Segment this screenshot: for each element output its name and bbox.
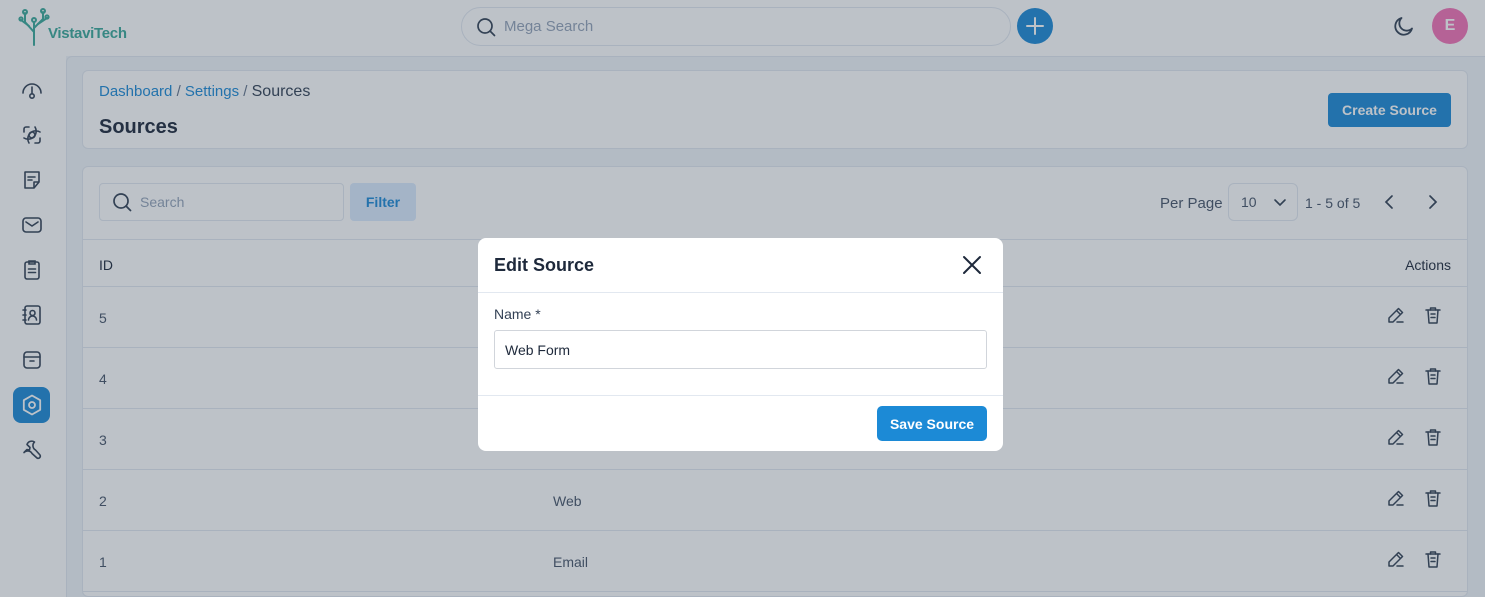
modal-close-button[interactable] — [960, 253, 984, 277]
divider — [478, 395, 1003, 396]
modal-title: Edit Source — [494, 255, 595, 275]
name-field-label: Name * — [494, 306, 541, 322]
save-source-button[interactable]: Save Source — [877, 406, 987, 441]
edit-source-modal: Edit Source Name * Save Source — [478, 238, 1003, 451]
divider — [478, 292, 1003, 293]
close-icon — [963, 256, 981, 274]
name-field[interactable] — [494, 330, 987, 369]
